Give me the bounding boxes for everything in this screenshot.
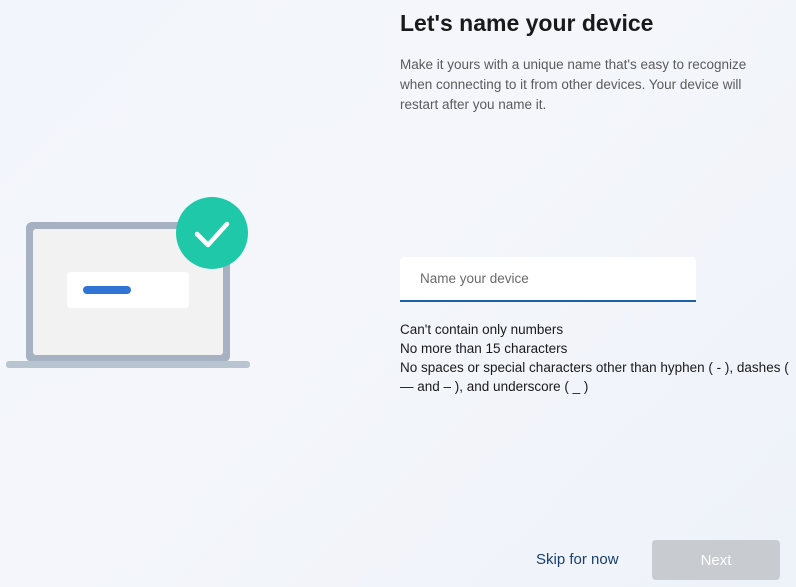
check-badge (176, 197, 248, 269)
page-title: Let's name your device (400, 10, 654, 36)
rule-item: No spaces or special characters other th… (400, 360, 789, 394)
laptop-base (6, 361, 250, 368)
screen-bar (83, 286, 131, 294)
naming-rules: Can't contain only numbers No more than … (400, 320, 796, 396)
page-description: Make it yours with a unique name that's … (400, 57, 747, 112)
skip-for-now-link[interactable]: Skip for now (536, 551, 619, 568)
device-name-field[interactable] (400, 257, 696, 302)
laptop-with-checkmark-icon (6, 197, 250, 368)
device-name-input[interactable] (400, 257, 696, 300)
rule-item: Can't contain only numbers (400, 322, 564, 337)
laptop-illustration (0, 190, 260, 380)
next-button[interactable]: Next (652, 540, 780, 580)
rule-item: No more than 15 characters (400, 341, 568, 356)
